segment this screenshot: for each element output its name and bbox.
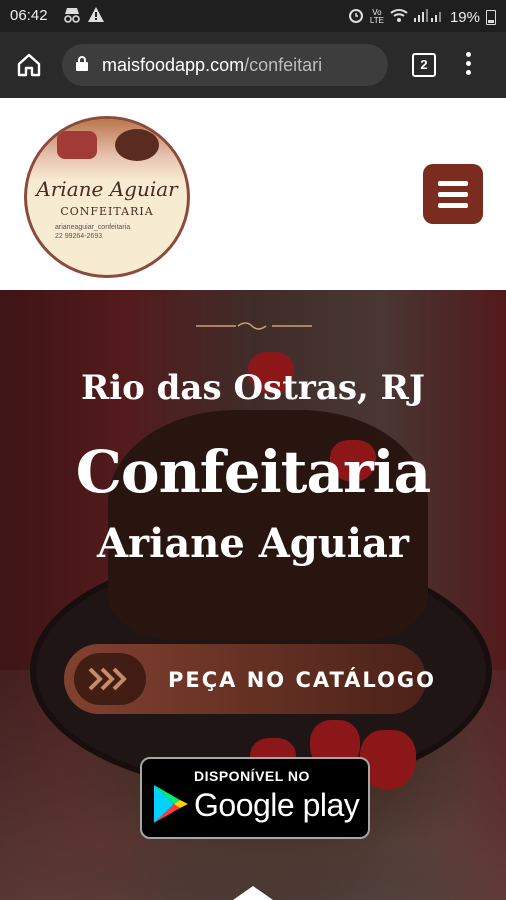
hero-subtitle: Ariane Aguiar <box>97 520 409 567</box>
wifi-icon <box>390 8 408 26</box>
google-play-badge[interactable]: DISPONÍVEL NO Google play <box>140 757 370 839</box>
gplay-brand-text: Google play <box>194 787 360 823</box>
brand-logo[interactable]: Ariane Aguiar CONFEITARIA arianeaguiar_c… <box>24 116 190 278</box>
hero-title: Confeitaria <box>75 438 431 506</box>
order-catalog-label: PEÇA NO CATÁLOGO <box>168 668 437 692</box>
status-time: 06:42 <box>10 7 48 24</box>
battery-percent: 19% <box>449 8 480 26</box>
ornament-icon <box>196 322 312 330</box>
section-caret <box>233 886 273 900</box>
browser-menu-icon[interactable] <box>466 52 472 79</box>
incognito-icon <box>62 7 82 26</box>
status-right: Vo LTE 19% <box>348 7 496 27</box>
battery-icon <box>486 9 496 25</box>
logo-cake-red <box>57 131 97 159</box>
lock-icon <box>76 56 88 71</box>
alarm-icon <box>348 7 364 27</box>
hero-location: Rio das Ostras, RJ <box>80 368 426 408</box>
site-header: Ariane Aguiar CONFEITARIA arianeaguiar_c… <box>0 98 506 290</box>
home-icon[interactable] <box>16 52 42 78</box>
google-play-icon <box>154 785 188 823</box>
warning-icon <box>88 7 104 25</box>
url-text[interactable]: maisfoodapp.com/confeitari <box>102 55 380 76</box>
logo-name: Ariane Aguiar <box>36 177 178 201</box>
gplay-available-text: DISPONÍVEL NO <box>194 768 310 784</box>
logo-phone: 22 99264-2693 <box>55 233 103 240</box>
logo-subtitle: CONFEITARIA <box>60 205 154 218</box>
status-bar: 06:42 Vo LTE 19% <box>0 0 506 32</box>
logo-instagram: arianeaguiar_confeitaria <box>55 224 131 231</box>
logo-cakes-illustration <box>27 119 187 181</box>
hamburger-menu-button[interactable] <box>423 164 483 224</box>
triple-chevron-right-icon <box>88 667 127 691</box>
address-bar[interactable]: maisfoodapp.com/confeitari <box>62 44 388 86</box>
browser-toolbar: maisfoodapp.com/confeitari 2 <box>0 32 506 98</box>
logo-contacts: arianeaguiar_confeitaria 22 99264-2693 <box>55 223 130 241</box>
signal-icon <box>413 8 444 26</box>
url-path: /confeitari <box>244 55 323 75</box>
logo-cake-chocolate <box>115 129 159 161</box>
url-domain: maisfoodapp.com <box>102 55 245 75</box>
volte-icon: Vo LTE <box>369 8 384 25</box>
tab-switcher-button[interactable]: 2 <box>412 53 436 77</box>
order-catalog-button[interactable]: PEÇA NO CATÁLOGO <box>64 644 434 714</box>
hero-section: Rio das Ostras, RJ Confeitaria Ariane Ag… <box>0 290 506 900</box>
